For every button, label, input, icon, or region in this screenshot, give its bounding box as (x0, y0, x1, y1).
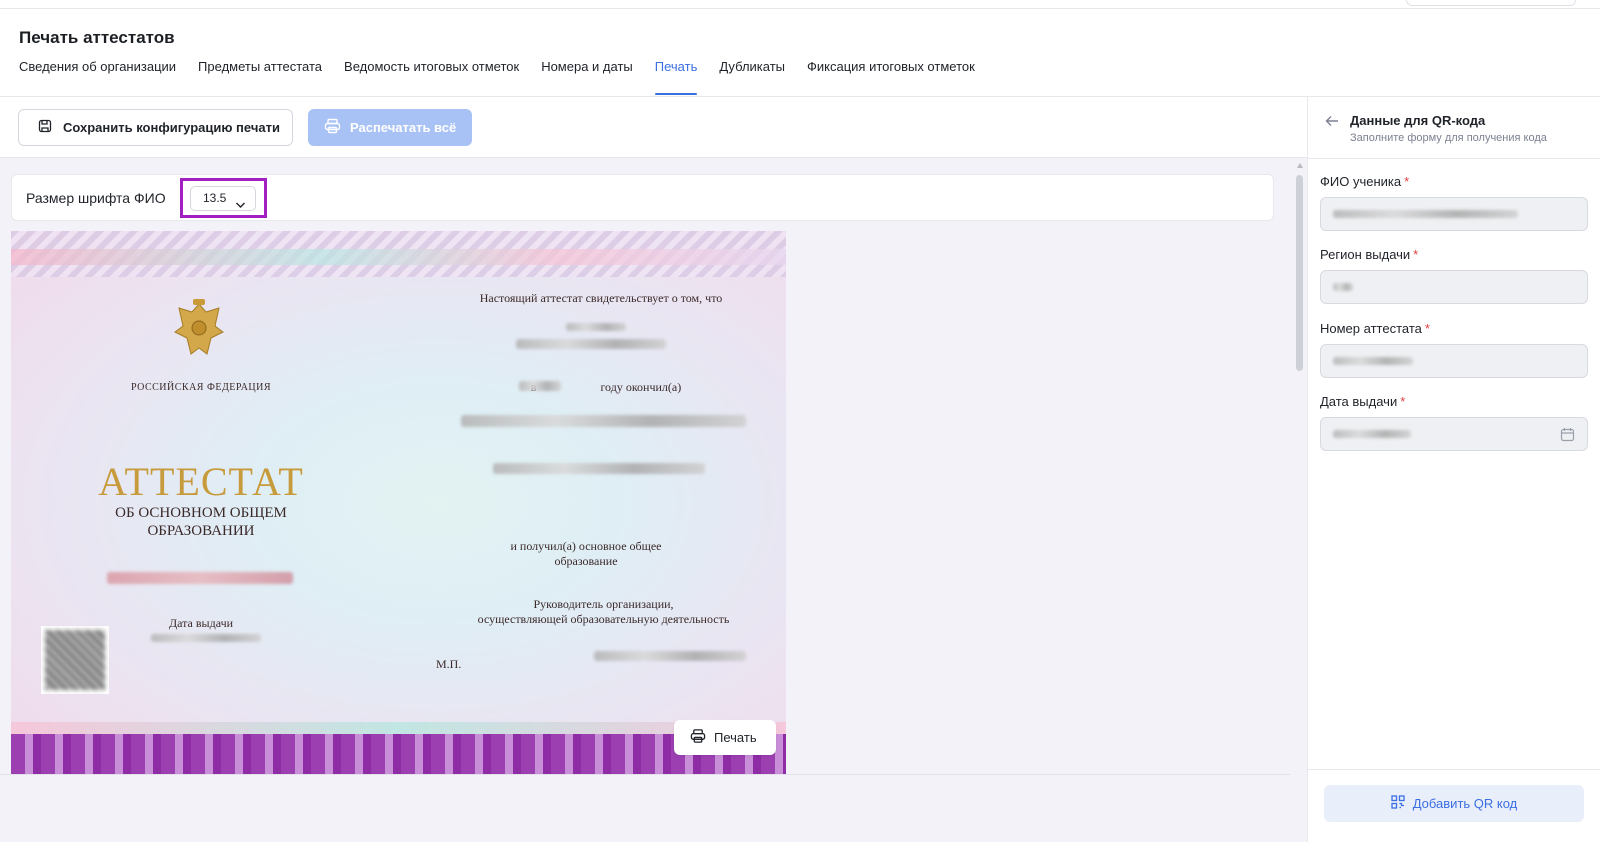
certificate-bottom-band (11, 722, 786, 734)
arrow-left-icon[interactable] (1325, 114, 1339, 132)
print-button-label: Печать (714, 730, 757, 745)
redacted-student-name (516, 339, 666, 349)
certificate-preview: РОССИЙСКАЯ ФЕДЕРАЦИЯ АТТЕСТАТ ОБ ОСНОВНО… (11, 231, 786, 774)
redacted-registration-number (107, 572, 293, 584)
toolbar: Сохранить конфигурацию печати Распечатат… (0, 97, 1307, 158)
certificate-year-suffix: году окончил(а) (600, 380, 682, 394)
issue-date-field[interactable] (1320, 417, 1588, 451)
qr-data-panel: Данные для QR-кода Заполните форму для п… (1307, 97, 1600, 842)
tab-bar: Сведения об организации Предметы аттеста… (19, 59, 975, 95)
calendar-icon[interactable] (1560, 427, 1575, 447)
qr-panel-footer: Добавить QR код (1308, 769, 1600, 842)
redacted-head-name (594, 651, 746, 661)
top-control[interactable] (1406, 0, 1576, 6)
redacted-organization-line2 (493, 463, 705, 474)
tab-duplicates[interactable]: Дубликаты (719, 59, 785, 95)
printer-icon (690, 728, 706, 747)
font-size-bar: Размер шрифта ФИО 13.5 (11, 174, 1274, 221)
redacted-value (1333, 430, 1411, 438)
redacted-value (1333, 210, 1518, 218)
certificate-received-line2: образование (554, 554, 618, 568)
tab-print[interactable]: Печать (654, 59, 697, 95)
tab-final-grades[interactable]: Фиксация итоговых отметок (807, 59, 975, 95)
certificate-head-signature: Руководитель организации, осуществляющей… (431, 597, 776, 627)
certificate-title: АТТЕСТАТ (98, 459, 304, 504)
certificate-subtitle: ОБ ОСНОВНОМ ОБЩЕМ ОБРАЗОВАНИИ (71, 504, 331, 540)
certificate-subtitle-line2: ОБРАЗОВАНИИ (147, 523, 255, 539)
redacted-issue-date (151, 634, 261, 642)
student-name-label: ФИО ученика * (1320, 174, 1410, 189)
certificate-top-band (11, 249, 786, 265)
certificate-year-line: в году окончил(а) (476, 380, 736, 395)
certificate-received-line1: и получил(а) основное общее (510, 539, 662, 553)
certificate-intro: Настоящий аттестат свидетельствует о том… (479, 291, 723, 305)
font-size-highlight: 13.5 (180, 178, 267, 218)
save-icon (37, 118, 53, 137)
save-config-label: Сохранить конфигурацию печати (63, 120, 280, 135)
certificate-country: РОССИЙСКАЯ ФЕДЕРАЦИЯ (130, 382, 272, 393)
certificate-received: и получил(а) основное общее образование (476, 539, 696, 569)
redacted-year (519, 381, 561, 391)
qr-code-placeholder (41, 626, 109, 694)
redacted-value (1333, 357, 1413, 365)
coat-of-arms-icon (174, 299, 224, 355)
qr-panel-title: Данные для QR-кода (1350, 113, 1486, 128)
save-config-button[interactable]: Сохранить конфигурацию печати (18, 109, 293, 146)
print-button[interactable]: Печать (674, 720, 776, 755)
certificate-number-field[interactable] (1320, 344, 1588, 378)
issue-region-field[interactable] (1320, 270, 1588, 304)
certificate-subtitle-line1: ОБ ОСНОВНОМ ОБЩЕМ (115, 505, 287, 521)
redacted-student-surname (566, 323, 626, 331)
print-all-button[interactable]: Распечатать всё (308, 109, 472, 146)
certificate-date-label: Дата выдачи (168, 616, 234, 630)
content-divider (0, 774, 1290, 775)
certificate-head-line1: Руководитель организации, (533, 597, 674, 611)
scrollbar[interactable] (1296, 161, 1303, 841)
page-title: Печать аттестатов (19, 28, 175, 47)
page-header: Печать аттестатов Сведения об организаци… (0, 9, 1600, 97)
chevron-down-icon (235, 194, 246, 217)
tab-subjects[interactable]: Предметы аттестата (198, 59, 322, 95)
certificate-head-line2: осуществляющей образовательную деятельно… (477, 612, 730, 626)
qr-panel-subtitle: Заполните форму для получения кода (1350, 132, 1547, 144)
qr-code-icon (1391, 795, 1405, 812)
font-size-label: Размер шрифта ФИО (26, 190, 166, 206)
font-size-value: 13.5 (203, 191, 227, 205)
tab-organization[interactable]: Сведения об организации (19, 59, 176, 95)
issue-date-label: Дата выдачи * (1320, 394, 1406, 409)
scrollbar-thumb[interactable] (1296, 175, 1303, 371)
tab-grades-sheet[interactable]: Ведомость итоговых отметок (344, 59, 519, 95)
print-workspace: Сохранить конфигурацию печати Распечатат… (0, 97, 1307, 842)
tab-numbers-dates[interactable]: Номера и даты (541, 59, 633, 95)
add-qr-label: Добавить QR код (1412, 796, 1518, 811)
issue-region-label: Регион выдачи * (1320, 247, 1419, 262)
redacted-value (1333, 283, 1353, 291)
print-all-label: Распечатать всё (350, 120, 457, 135)
certificate-stamp-label: М.П. (436, 657, 462, 671)
font-size-select[interactable]: 13.5 (190, 186, 256, 211)
printer-icon (324, 118, 341, 137)
certificate-number-label: Номер аттестата * (1320, 321, 1430, 336)
certificate-bottom-ornament (11, 734, 786, 774)
redacted-organization-line1 (461, 415, 746, 427)
student-name-field[interactable] (1320, 197, 1588, 231)
top-strip (0, 0, 1600, 9)
qr-panel-header: Данные для QR-кода Заполните форму для п… (1308, 97, 1600, 159)
scroll-up-icon[interactable] (1297, 163, 1303, 168)
add-qr-button[interactable]: Добавить QR код (1324, 785, 1584, 822)
